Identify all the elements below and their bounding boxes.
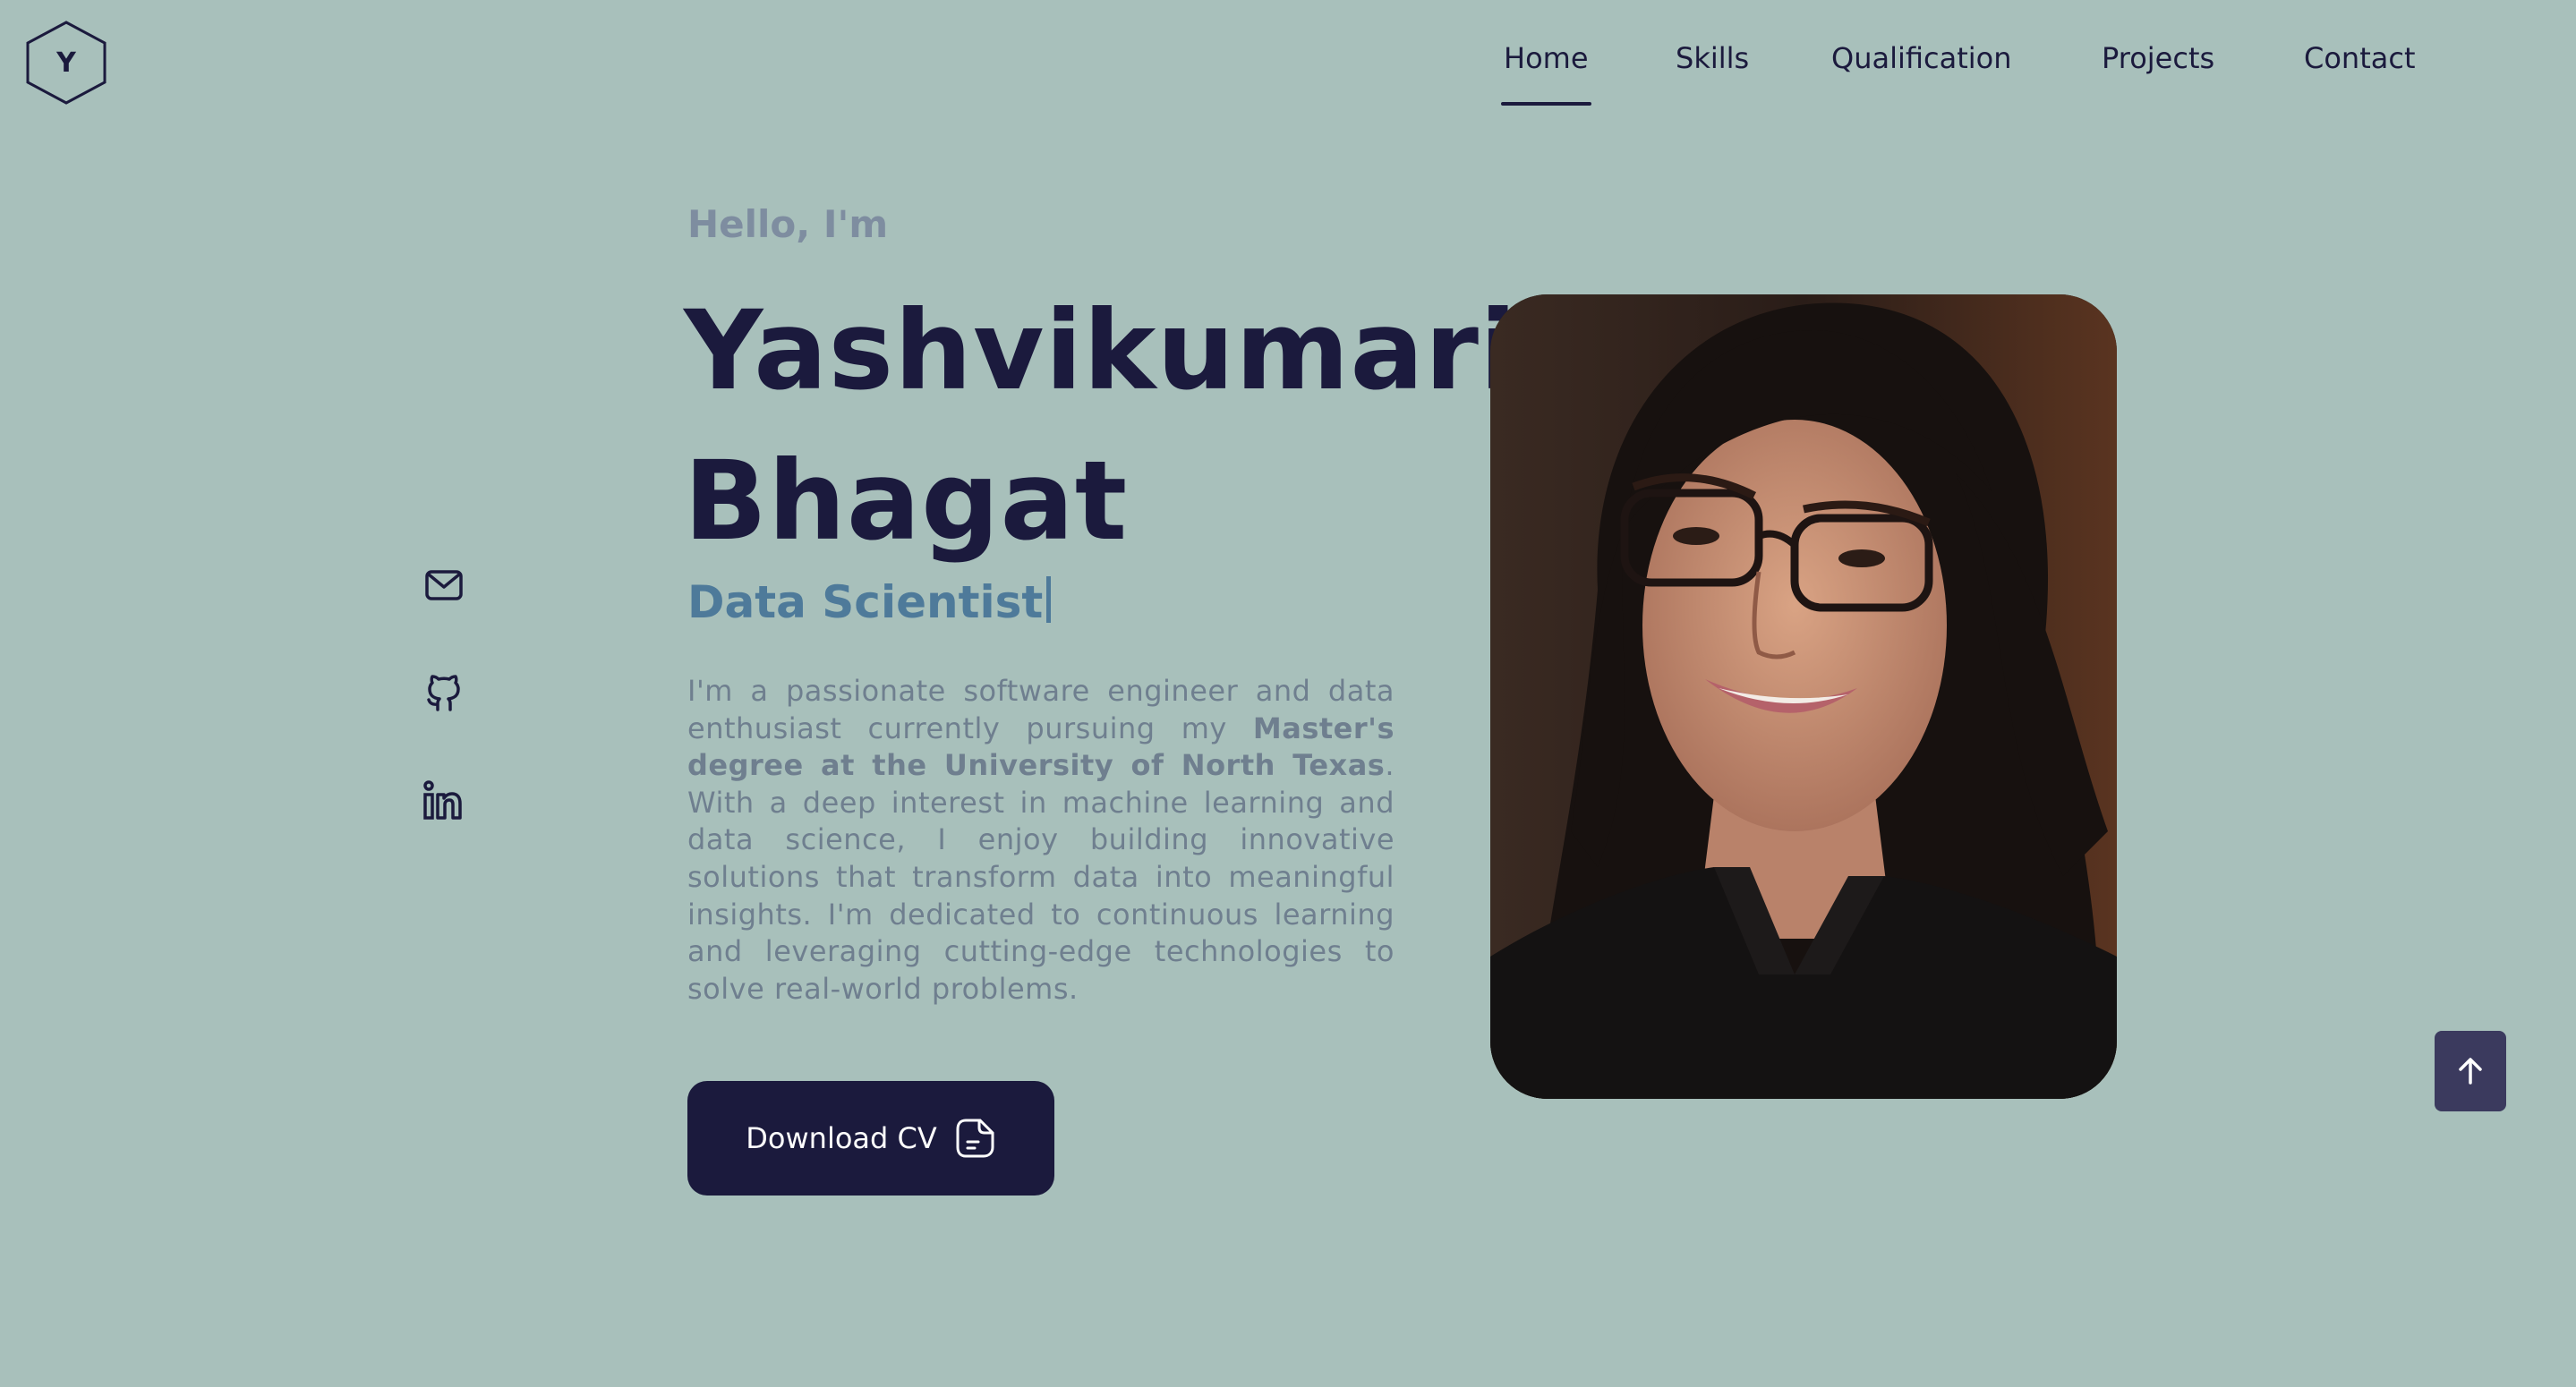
typing-cursor xyxy=(1046,576,1052,623)
nav-item-projects[interactable]: Projects xyxy=(2102,41,2214,75)
nav-item-contact[interactable]: Contact xyxy=(2304,41,2416,75)
greeting: Hello, I'm xyxy=(687,202,889,246)
nav-item-qualification[interactable]: Qualification xyxy=(1831,41,2012,75)
linkedin-icon[interactable] xyxy=(422,779,465,821)
nav-item-skills[interactable]: Skills xyxy=(1676,41,1749,75)
github-icon[interactable] xyxy=(422,671,465,714)
arrow-up-icon xyxy=(2459,1058,2482,1085)
logo[interactable]: Y xyxy=(23,20,109,106)
bio-paragraph: I'm a passionate software engineer and d… xyxy=(687,673,1395,1008)
document-icon xyxy=(956,1119,994,1158)
role-text: Data Scientist xyxy=(687,576,1044,628)
logo-letter: Y xyxy=(56,47,76,79)
download-cv-button[interactable]: Download CV xyxy=(687,1081,1054,1196)
last-name: Bhagat xyxy=(684,438,1129,565)
role-title: Data Scientist xyxy=(687,576,1052,628)
bio-part-2: . With a deep interest in machine learni… xyxy=(687,748,1395,1006)
download-cv-label: Download CV xyxy=(746,1121,937,1155)
nav-item-home[interactable]: Home xyxy=(1501,41,1591,106)
mail-icon[interactable] xyxy=(422,564,465,607)
first-name: Yashvikumari xyxy=(684,287,1518,414)
profile-photo xyxy=(1490,294,2117,1099)
hero-name: Yashvikumari Bhagat xyxy=(684,276,1518,576)
scroll-to-top-button[interactable] xyxy=(2435,1031,2506,1111)
